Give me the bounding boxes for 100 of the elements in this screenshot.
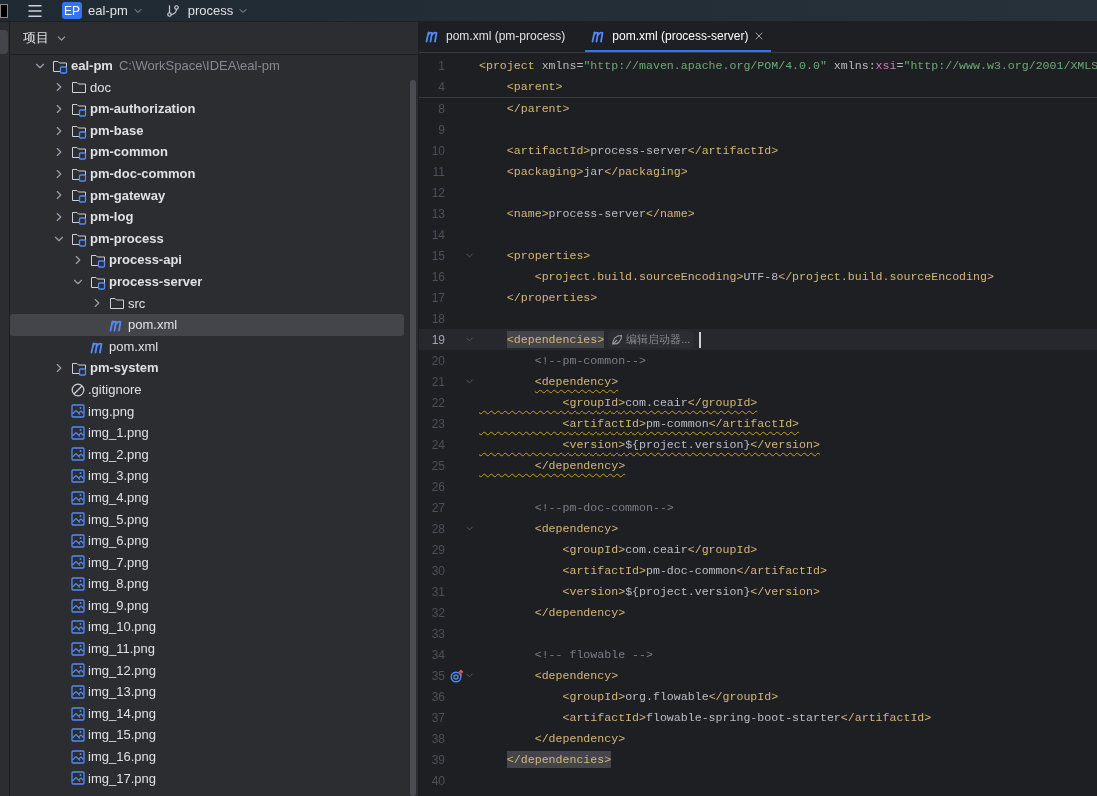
tree-item[interactable]: img.png	[10, 400, 404, 423]
branch-icon	[165, 3, 180, 18]
tree-item[interactable]: img_12.png	[10, 659, 404, 682]
file-name: img.png	[88, 402, 135, 421]
branch-switcher[interactable]: process	[187, 0, 250, 21]
code-line: <artifactId>pm-doc-common</artifactId>	[561, 562, 827, 579]
file-name: doc	[90, 78, 111, 97]
code-line: <properties>	[505, 247, 591, 264]
code-line: </dependency>	[533, 457, 626, 474]
tree-item[interactable]: img_6.png	[10, 530, 404, 552]
code-line: <dependency>	[533, 667, 619, 684]
tree-item[interactable]: pm-gateway	[10, 184, 404, 207]
image-file-icon	[71, 533, 85, 548]
file-name: pm-doc-common	[90, 165, 196, 183]
image-file-icon	[71, 490, 85, 505]
app-icon	[0, 3, 8, 18]
tree-item[interactable]: img_9.png	[10, 594, 404, 617]
code-line: <!--pm-doc-common-->	[533, 499, 674, 516]
file-name: src	[128, 294, 146, 313]
file-name: img_3.png	[88, 467, 149, 486]
ignore-file-icon	[71, 382, 85, 397]
code-line: </dependency>	[533, 730, 626, 747]
file-name: pm-base	[90, 121, 144, 140]
tree-item[interactable]: pm-log	[10, 206, 404, 228]
image-file-icon	[71, 749, 85, 764]
tree-item[interactable]: img_10.png	[10, 616, 404, 639]
tree-item[interactable]: img_17.png	[10, 767, 404, 790]
scrollbar-thumb[interactable]	[410, 80, 416, 796]
file-name: img_5.png	[88, 510, 149, 529]
code-line: <parent>	[505, 78, 563, 95]
tree-item[interactable]: img_8.png	[10, 573, 404, 595]
tree-item[interactable]: img_14.png	[10, 702, 404, 725]
tree-item[interactable]: pm-process	[10, 227, 404, 250]
code-line: <project xmlns="http://maven.apache.org/POM/4.0.0" xmlns:xsi="http://www.w3.org/2001/XMLS	[478, 57, 1097, 74]
image-file-icon	[71, 706, 85, 721]
file-name: pm-common	[90, 143, 168, 162]
editor-tab[interactable]: pom.xml (process-server)	[585, 22, 772, 52]
tree-item[interactable]: src	[10, 292, 404, 315]
file-name: img_14.png	[88, 704, 156, 723]
code-line: <dependency>	[533, 373, 619, 390]
tree-item[interactable]: img_7.png	[10, 551, 404, 574]
tree-item[interactable]: img_5.png	[10, 508, 404, 531]
image-file-icon	[71, 555, 85, 570]
code-line: <name>process-server</name>	[505, 205, 695, 222]
image-file-icon	[71, 447, 85, 462]
tree-item[interactable]: pm-common	[10, 141, 404, 163]
tree-item[interactable]: .gitignore	[10, 378, 404, 401]
file-name: pm-process	[90, 229, 164, 248]
folder-icon	[71, 79, 87, 96]
project-badge[interactable]: EP	[62, 2, 82, 19]
tree-item[interactable]: img_3.png	[10, 465, 404, 487]
tree-item[interactable]: img_2.png	[10, 443, 404, 466]
code-line: <!--pm-common-->	[533, 352, 646, 369]
file-name: img_11.png	[88, 640, 155, 659]
file-name: pm-gateway	[90, 186, 166, 205]
tree-item[interactable]: doc	[10, 76, 404, 99]
file-name: img_10.png	[88, 618, 156, 637]
tree-item[interactable]: pom.xml	[10, 335, 404, 358]
editor-tab[interactable]: pom.xml (pm-process)	[419, 22, 572, 52]
file-name: img_16.png	[88, 748, 156, 767]
tree-item[interactable]: img_15.png	[10, 724, 404, 746]
image-file-icon	[71, 469, 85, 484]
code-line: <version>${project.version}</version>	[561, 436, 820, 453]
module-folder-icon	[71, 144, 87, 161]
code-line: <artifactId>process-server</artifactId>	[505, 142, 779, 159]
file-name: img_9.png	[88, 596, 149, 615]
project-switcher[interactable]: eal-pm	[88, 0, 144, 21]
file-name: img_7.png	[88, 553, 149, 572]
tree-item[interactable]: pm-base	[10, 119, 404, 142]
file-name: pom.xml	[109, 337, 159, 356]
tree-item[interactable]: img_13.png	[10, 681, 404, 703]
folder-icon	[109, 295, 125, 312]
module-folder-icon	[71, 101, 87, 117]
tree-item[interactable]: pm-doc-common	[10, 162, 404, 185]
tree-item[interactable]: pm-authorization	[10, 98, 404, 120]
tree-item[interactable]: process-server	[10, 270, 404, 293]
code-line: <artifactId>pm-common</artifactId>	[561, 415, 800, 432]
tree-item[interactable]: pom.xml	[10, 314, 404, 336]
file-name: eal-pm	[71, 57, 113, 76]
file-name: pm-authorization	[90, 100, 196, 119]
tree-item[interactable]: img_16.png	[10, 746, 404, 768]
tree-item[interactable]: pm-system	[10, 357, 404, 379]
tree-item[interactable]: img_4.png	[10, 486, 404, 509]
code-line: <artifactId>flowable-spring-boot-starter</artifactId>	[561, 709, 932, 726]
tree-item[interactable]: process-api	[10, 249, 404, 271]
implemented-marker-icon[interactable]	[450, 668, 464, 683]
image-file-icon	[71, 685, 85, 699]
image-file-icon	[71, 598, 85, 613]
image-file-icon	[71, 641, 85, 656]
panel-title[interactable]: 项目	[23, 28, 49, 48]
file-name: img_15.png	[88, 726, 156, 745]
tree-item[interactable]: eal-pm C:\WorkSpace\IDEA\eal-pm	[10, 55, 404, 77]
file-name: process-api	[109, 251, 182, 270]
module-folder-icon	[71, 360, 87, 377]
tree-item[interactable]: img_1.png	[10, 422, 404, 444]
inlay-hint[interactable]: 编辑启动器...	[608, 331, 694, 348]
line-number: 19	[430, 331, 445, 349]
image-file-icon	[71, 771, 85, 786]
image-file-icon	[71, 512, 85, 527]
tree-item[interactable]: img_11.png	[10, 638, 404, 660]
